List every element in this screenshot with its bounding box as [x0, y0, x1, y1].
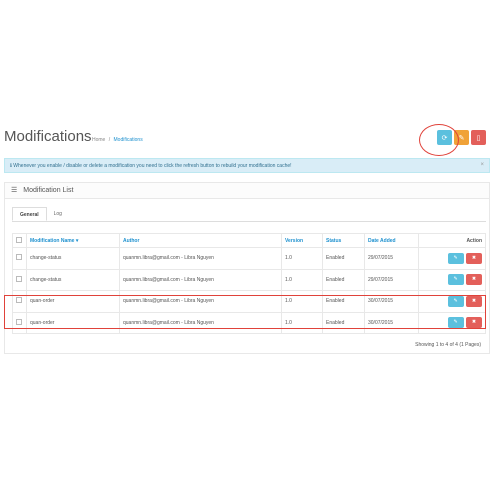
column-header-action: Action	[418, 233, 486, 248]
info-alert: ℹ Whenever you enable / disable or delet…	[4, 158, 490, 173]
cell-date-added: 29/07/2015	[364, 268, 419, 291]
table-row: change-status quanmn.libra@gmail.com - L…	[12, 268, 486, 291]
pencil-icon: ✎	[453, 254, 458, 261]
tab-divider	[12, 221, 486, 222]
delete-button[interactable]: ✖	[466, 274, 482, 286]
breadcrumb-home[interactable]: Home	[92, 137, 105, 143]
cell-name: change-status	[26, 247, 120, 270]
list-icon: ☰	[11, 187, 18, 194]
column-header-status[interactable]: Status	[322, 233, 365, 248]
alert-text: Whenever you enable / disable or delete …	[13, 163, 292, 169]
cell-name: change-status	[26, 268, 120, 291]
trash-icon: ▯	[476, 134, 481, 142]
refresh-highlight-circle	[419, 124, 459, 156]
cell-author: quanmn.libra@gmail.com - Libra Nguyen	[119, 268, 282, 291]
delete-icon: ✖	[471, 276, 477, 283]
select-all-cell	[12, 233, 27, 248]
panel-heading: ☰ Modification List	[5, 183, 489, 199]
info-circle-icon: ℹ	[10, 163, 12, 169]
panel-title: Modification List	[23, 187, 74, 194]
breadcrumb-current[interactable]: Modifications	[114, 137, 143, 143]
column-header-date-added[interactable]: Date Added	[364, 233, 419, 248]
pagination-info: Showing 1 to 4 of 4 (1 Pages)	[415, 342, 481, 348]
column-header-name[interactable]: Modification Name ▾	[26, 233, 120, 248]
cell-version: 1.0	[281, 247, 323, 270]
row-select-cell	[12, 268, 27, 291]
alert-close-button[interactable]: ×	[480, 162, 484, 168]
tab-log[interactable]: Log	[47, 207, 69, 221]
column-header-version[interactable]: Version	[281, 233, 323, 248]
breadcrumb: Home / Modifications	[92, 137, 143, 143]
row-select-cell	[12, 247, 27, 270]
delete-button[interactable]: ✖	[466, 252, 482, 264]
edit-button[interactable]: ✎	[447, 252, 464, 264]
column-header-author[interactable]: Author	[119, 233, 282, 248]
screenshot-canvas: Modifications Home / Modifications ⟳ ✎ ▯…	[0, 0, 500, 500]
row-checkbox[interactable]	[16, 254, 22, 261]
cell-version: 1.0	[281, 268, 323, 291]
page-title: Modifications	[4, 128, 92, 145]
select-all-checkbox[interactable]	[16, 236, 22, 243]
eraser-icon: ✎	[458, 134, 465, 142]
cell-date-added: 29/07/2015	[364, 247, 419, 270]
cell-action: ✎ ✖	[418, 268, 486, 291]
cell-status: Enabled	[322, 268, 365, 291]
cell-action: ✎ ✖	[418, 247, 486, 270]
table-header-row: Modification Name ▾ Author Version Statu…	[12, 233, 486, 248]
table-row: change-status quanmn.libra@gmail.com - L…	[12, 247, 486, 270]
pencil-icon: ✎	[453, 276, 458, 283]
rows-highlight-rectangle	[4, 295, 486, 329]
erase-button[interactable]: ▯	[471, 130, 486, 145]
breadcrumb-separator: /	[108, 137, 111, 143]
tab-bar: General Log	[12, 207, 69, 221]
cell-author: quanmn.libra@gmail.com - Libra Nguyen	[119, 247, 282, 270]
delete-icon: ✖	[471, 254, 477, 261]
edit-button[interactable]: ✎	[447, 274, 464, 286]
tab-general[interactable]: General	[12, 207, 47, 221]
row-checkbox[interactable]	[16, 275, 22, 282]
cell-status: Enabled	[322, 247, 365, 270]
